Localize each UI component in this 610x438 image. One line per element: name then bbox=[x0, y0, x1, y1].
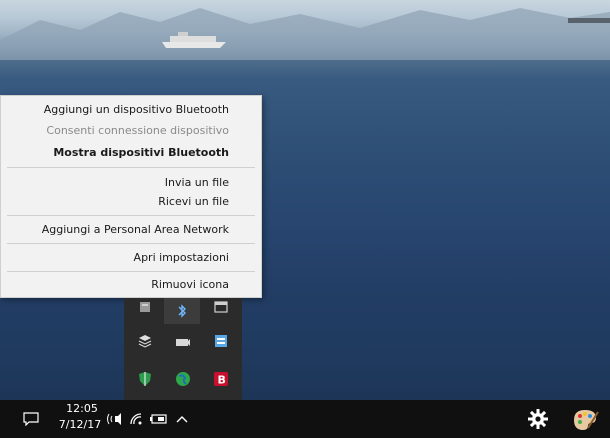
tray-overflow-flyout: B bbox=[124, 298, 242, 400]
menu-item-show-bluetooth-devices[interactable]: Mostra dispositivi Bluetooth bbox=[53, 146, 229, 159]
menu-item-join-pan[interactable]: Aggiungi a Personal Area Network bbox=[42, 223, 229, 236]
camera-icon[interactable] bbox=[174, 332, 192, 350]
menu-separator bbox=[7, 215, 255, 216]
ship-image bbox=[162, 32, 226, 48]
menu-item-remove-icon[interactable]: Rimuovi icona bbox=[151, 278, 229, 291]
paint-palette-icon[interactable] bbox=[568, 404, 602, 436]
generic-app-icon[interactable] bbox=[136, 298, 154, 316]
shield-icon[interactable] bbox=[136, 370, 154, 388]
menu-item-open-settings[interactable]: Apri impostazioni bbox=[134, 251, 229, 264]
wifi-icon[interactable] bbox=[126, 408, 146, 430]
chevron-up-icon[interactable] bbox=[172, 408, 192, 430]
menu-item-send-file[interactable]: Invia un file bbox=[165, 176, 229, 189]
menu-item-add-bluetooth-device[interactable]: Aggiungi un dispositivo Bluetooth bbox=[44, 103, 229, 116]
volume-icon[interactable] bbox=[102, 408, 124, 430]
clock-date[interactable]: 7/12/17 bbox=[56, 418, 104, 431]
battery-icon[interactable] bbox=[148, 408, 168, 430]
clock-time[interactable]: 12:05 bbox=[62, 402, 102, 415]
menu-item-receive-file[interactable]: Ricevi un file bbox=[158, 195, 229, 208]
bluetooth-icon[interactable] bbox=[164, 298, 200, 324]
mountains-image bbox=[0, 8, 610, 60]
window-icon[interactable] bbox=[212, 298, 230, 316]
menu-separator bbox=[7, 243, 255, 244]
red-b-icon[interactable]: B bbox=[212, 370, 230, 388]
layers-icon[interactable] bbox=[136, 332, 154, 350]
network-drive-icon[interactable] bbox=[212, 332, 230, 350]
menu-item-allow-connection: Consenti connessione dispositivo bbox=[46, 124, 229, 137]
globe-icon[interactable] bbox=[174, 370, 192, 388]
action-center-icon[interactable] bbox=[20, 408, 42, 430]
menu-separator bbox=[7, 271, 255, 272]
menu-separator bbox=[7, 167, 255, 168]
svg-text:B: B bbox=[218, 374, 226, 387]
settings-gear-icon[interactable] bbox=[524, 404, 552, 434]
bluetooth-context-menu: Aggiungi un dispositivo Bluetooth Consen… bbox=[0, 95, 262, 298]
